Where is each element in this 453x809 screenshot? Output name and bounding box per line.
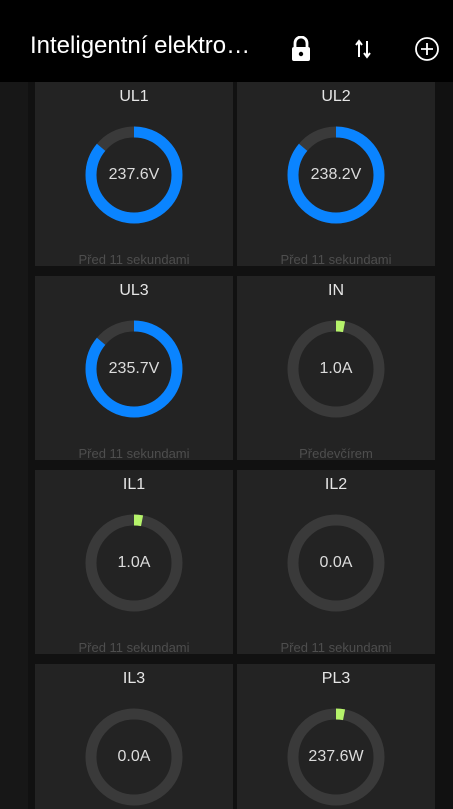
tile-label: IL1 — [122, 476, 146, 493]
sensor-tile-pl3[interactable]: PL3 237.6W — [237, 664, 435, 809]
app-screen: Inteligentní elektro… UL1 237.6V Před 11 s… — [0, 0, 453, 809]
ring-gauge: 0.0A — [285, 512, 387, 614]
ring-gauge: 237.6V — [83, 124, 185, 226]
lock-icon[interactable] — [286, 34, 316, 64]
last-updated-text: Před 11 sekundami — [280, 640, 392, 655]
ring-gauge: 1.0A — [285, 318, 387, 420]
last-updated-text: Před 11 sekundami — [78, 640, 190, 655]
tile-label: UL2 — [321, 88, 351, 105]
last-updated-text: Předevčírem — [299, 446, 373, 461]
status-bar — [0, 0, 453, 12]
tile-label: PL3 — [321, 670, 351, 687]
tile-label: IL3 — [122, 670, 146, 687]
last-updated-text: Před 11 sekundami — [78, 446, 190, 461]
ring-gauge: 0.0A — [83, 706, 185, 808]
tile-label: UL3 — [119, 282, 149, 299]
last-updated-text: Před 11 sekundami — [280, 252, 392, 267]
gauge-value: 0.0A — [319, 554, 353, 571]
tile-label: IL2 — [324, 476, 348, 493]
sensor-tile-in[interactable]: IN 1.0A Předevčírem — [237, 276, 435, 461]
page-title: Inteligentní elektro… — [30, 32, 251, 59]
sort-arrows-icon[interactable] — [348, 34, 378, 64]
gauge-value: 238.2V — [310, 166, 362, 183]
ring-gauge: 237.6W — [285, 706, 387, 808]
top-app-bar: Inteligentní elektro… — [0, 12, 453, 82]
sensor-tile-ul3[interactable]: UL3 235.7V Před 11 sekundami — [35, 276, 233, 461]
gauge-value: 237.6W — [308, 748, 364, 765]
last-updated-text: Před 11 sekundami — [78, 252, 190, 267]
device-tile-grid: UL1 237.6V Před 11 sekundami UL2 238.2V Před … — [35, 82, 435, 809]
gauge-value: 1.0A — [117, 554, 151, 571]
sensor-tile-il2[interactable]: IL2 0.0A Před 11 sekundami — [237, 470, 435, 655]
ring-gauge: 235.7V — [83, 318, 185, 420]
sensor-tile-il3[interactable]: IL3 0.0A — [35, 664, 233, 809]
sensor-tile-ul1[interactable]: UL1 237.6V Před 11 sekundami — [35, 82, 233, 267]
tile-label: IN — [328, 282, 344, 299]
sensor-tile-il1[interactable]: IL1 1.0A Před 11 sekundami — [35, 470, 233, 655]
tile-label: UL1 — [119, 88, 149, 105]
gauge-value: 1.0A — [319, 360, 353, 377]
gauge-value: 0.0A — [117, 748, 151, 765]
ring-gauge: 1.0A — [83, 512, 185, 614]
sensor-tile-ul2[interactable]: UL2 238.2V Před 11 sekundami — [237, 82, 435, 267]
gauge-value: 237.6V — [108, 166, 160, 183]
gauge-value: 235.7V — [108, 360, 160, 377]
ring-gauge: 238.2V — [285, 124, 387, 226]
side-gutter — [0, 82, 28, 809]
add-circle-icon[interactable] — [412, 34, 442, 64]
